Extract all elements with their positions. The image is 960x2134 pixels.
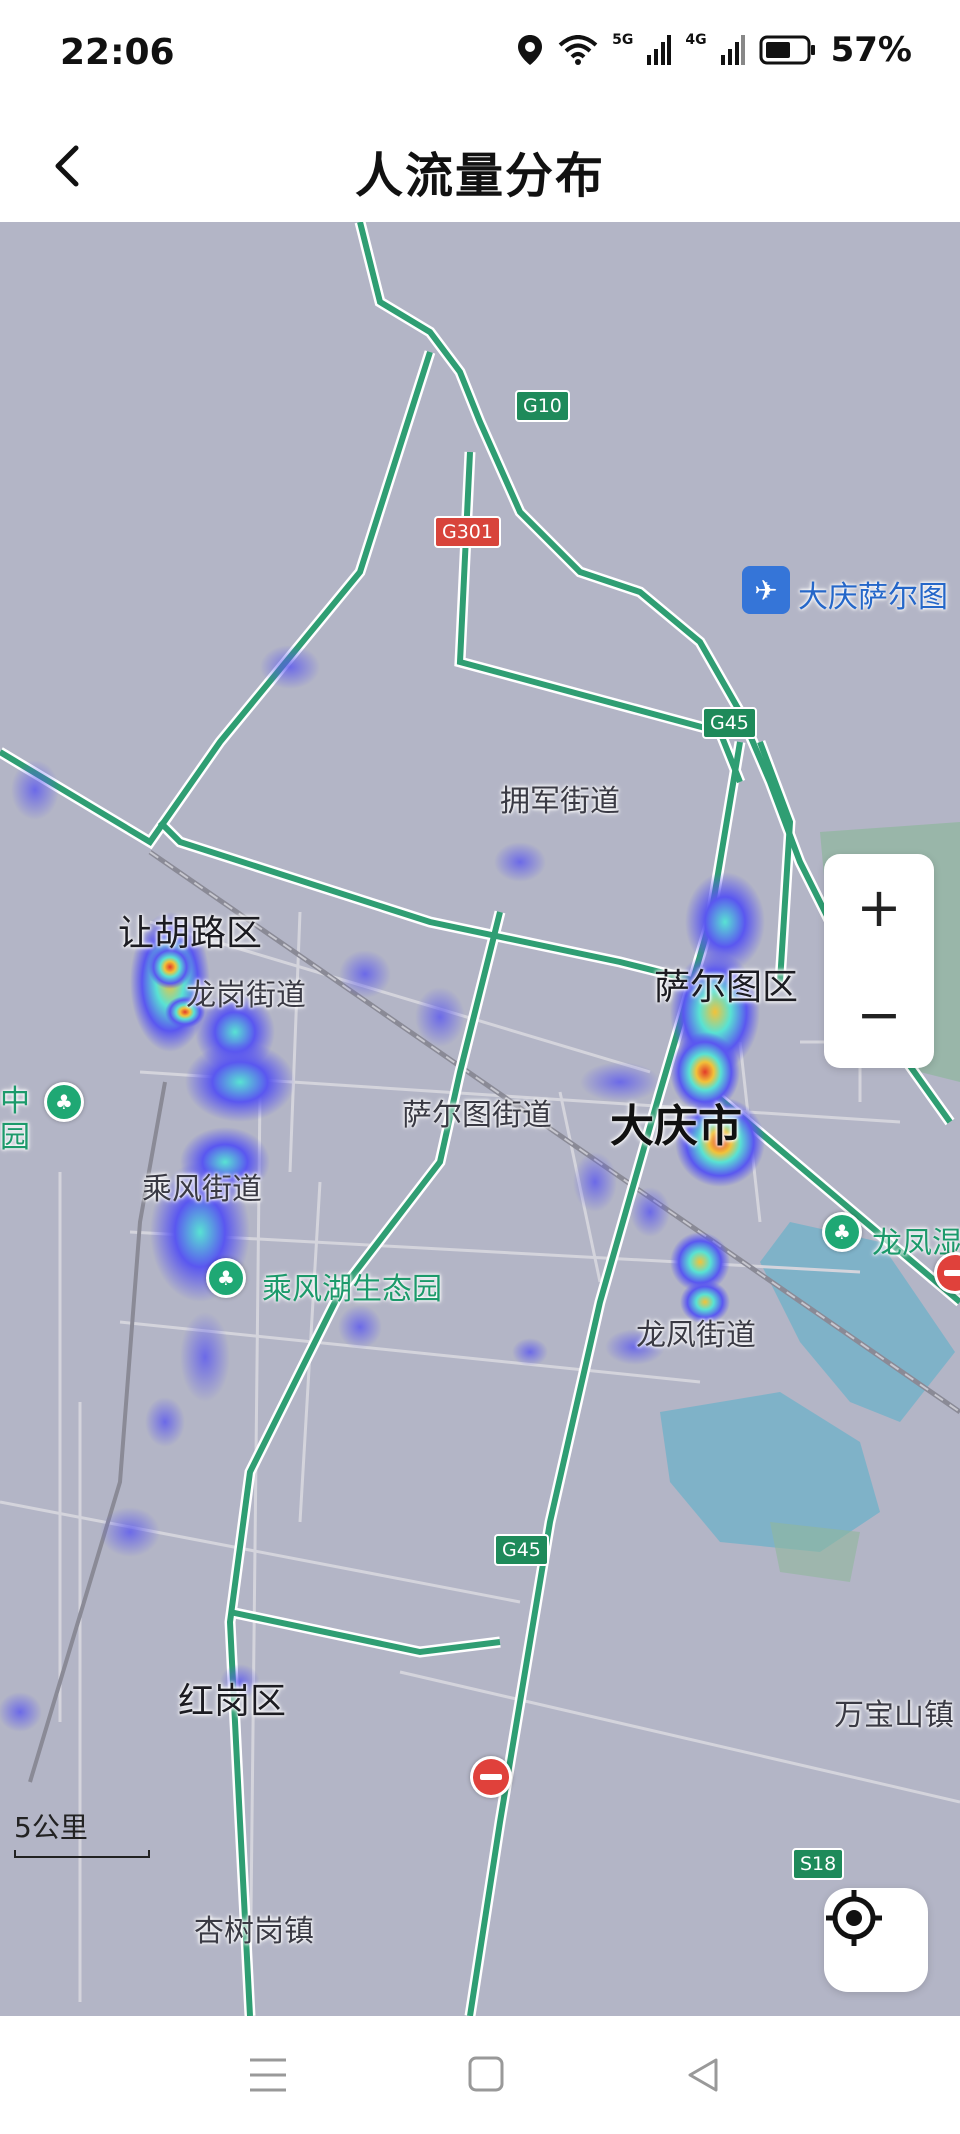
street-label-saertu: 萨尔图街道 [402,1098,552,1133]
status-time: 22:06 [60,32,175,73]
heatmap-map[interactable]: G10 G301 G45 G45 S18 ✈ 大庆萨尔图 拥军街道 让胡路区 龙… [0,222,960,2016]
park-icon[interactable]: ♣ [206,1258,246,1298]
airport-label[interactable]: 大庆萨尔图 [798,572,948,616]
page-title: 人流量分布 [354,148,605,204]
district-label-ranghulu: 让胡路区 [118,913,263,954]
street-label-chengfeng: 乘风街道 [142,1172,262,1207]
nav-bar: 人流量分布 [0,110,960,222]
back-nav-button[interactable] [680,2054,728,2096]
no-entry-icon[interactable] [470,1756,512,1798]
zoom-in-button[interactable]: + [824,854,934,961]
wifi-icon [558,35,598,65]
town-label-xingshugang: 杏树岗镇 [194,1914,314,1949]
home-button[interactable] [462,2054,510,2096]
road-shield-g45-south: G45 [494,1534,549,1566]
district-label-saertu: 萨尔图区 [654,967,799,1008]
road-shield-s18: S18 [792,1848,845,1880]
street-label-longgang: 龙岗街道 [186,978,306,1013]
network-5g-label: 5G [612,32,634,48]
signal-icon-2 [720,35,745,65]
zoom-controls: + − [824,854,934,1068]
square-icon [468,2056,504,2092]
scale-label: 5公里 [14,1811,88,1844]
system-nav-bar [0,2016,960,2134]
district-label-honggang: 红岗区 [178,1681,287,1722]
location-icon [518,35,543,65]
road-shield-g10: G10 [515,390,570,422]
status-bar: 22:06 5G 4G 57% [0,0,960,110]
battery-icon [759,35,815,65]
poi-label-left-edge-2: 园 [0,1120,30,1155]
menu-icon [250,2058,286,2092]
locate-button[interactable] [824,1888,928,1992]
scale-bar [14,1850,150,1858]
menu-button[interactable] [244,2054,292,2096]
airport-icon[interactable]: ✈ [742,566,790,614]
city-label-daqing: 大庆市 [610,1101,742,1152]
town-label-wanbaoshan: 万宝山镇 [834,1698,954,1733]
road-shield-g301: G301 [434,516,501,548]
street-label-longfeng: 龙凤街道 [636,1318,756,1353]
park-icon[interactable]: ♣ [44,1082,84,1122]
crosshair-icon [826,1890,882,1946]
poi-label-chengfeng-lake[interactable]: 乘风湖生态园 [262,1264,442,1308]
map-scale: 5公里 [14,1806,150,1858]
street-label-yongjun: 拥军街道 [500,784,620,819]
zoom-out-button[interactable]: − [824,961,934,1068]
signal-icon [647,35,672,65]
battery-percent: 57% [830,30,912,70]
park-icon[interactable]: ♣ [822,1212,862,1252]
status-icons: 5G 4G 57% [516,30,912,70]
triangle-back-icon [688,2058,718,2092]
road-shield-g45-north: G45 [702,707,757,739]
network-4g-label: 4G [685,32,707,48]
crowd-heatmap [0,645,765,1732]
